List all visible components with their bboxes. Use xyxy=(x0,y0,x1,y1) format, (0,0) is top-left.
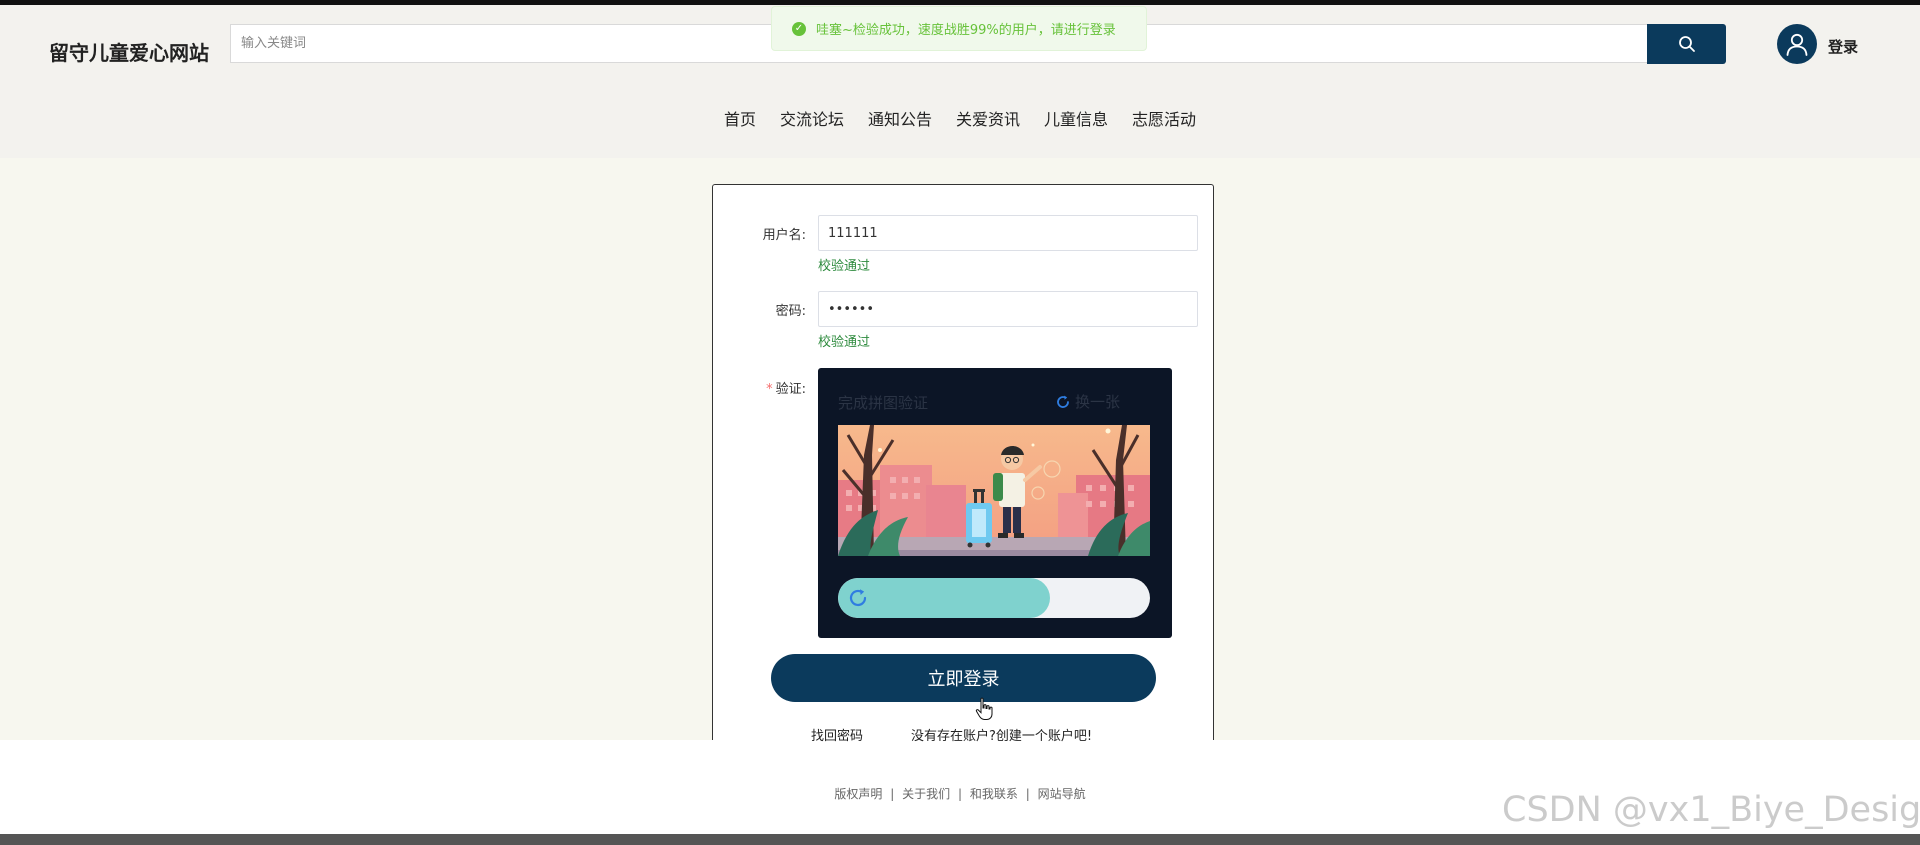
footer-separator: | xyxy=(957,787,963,801)
nav-item-news[interactable]: 关爱资讯 xyxy=(956,105,1020,135)
nav-item-forum[interactable]: 交流论坛 xyxy=(780,105,844,135)
nav-item-volunteer[interactable]: 志愿活动 xyxy=(1132,105,1196,135)
footer-link-copyright[interactable]: 版权声明 xyxy=(834,787,882,801)
password-valid-message: 校验通过 xyxy=(818,335,871,350)
footer-link-contact[interactable]: 和我联系 xyxy=(970,787,1018,801)
footer-link-about[interactable]: 关于我们 xyxy=(902,787,950,801)
username-valid-message: 校验通过 xyxy=(818,259,871,274)
main-nav: 首页 交流论坛 通知公告 关爱资讯 儿童信息 志愿活动 xyxy=(0,105,1920,135)
toast-message: 哇塞~检验成功，速度战胜99%的用户，请进行登录 xyxy=(816,23,1116,38)
bottom-bar xyxy=(0,834,1920,845)
captcha-slider-handle[interactable] xyxy=(838,578,878,618)
site-title[interactable]: 留守儿童爱心网站 xyxy=(49,37,209,66)
footer-separator: | xyxy=(890,787,895,801)
search-icon xyxy=(1678,36,1695,52)
nav-item-notice[interactable]: 通知公告 xyxy=(868,105,932,135)
captcha-panel: 完成拼图验证 换一张 xyxy=(818,368,1172,638)
forgot-password-link[interactable]: 找回密码 xyxy=(811,725,863,744)
login-link[interactable]: 登录 xyxy=(1828,36,1858,57)
register-link[interactable]: 没有存在账户?创建一个账户吧! xyxy=(911,725,1092,744)
success-toast: ✓ 哇塞~检验成功，速度战胜99%的用户，请进行登录 xyxy=(771,6,1147,51)
hand-pointer-icon xyxy=(975,697,995,725)
password-input[interactable] xyxy=(818,291,1198,327)
footer-link-sitemap[interactable]: 网站导航 xyxy=(1038,787,1086,801)
username-input[interactable] xyxy=(818,215,1198,251)
nav-item-children[interactable]: 儿童信息 xyxy=(1044,105,1108,135)
username-label: 用户名: xyxy=(762,228,806,243)
required-mark: * xyxy=(766,382,773,397)
captcha-label: * 验证: xyxy=(713,378,806,397)
user-avatar[interactable] xyxy=(1777,24,1817,64)
check-circle-icon: ✓ xyxy=(792,21,806,36)
captcha-title: 完成拼图验证 xyxy=(838,394,929,412)
search-button[interactable] xyxy=(1647,24,1726,64)
captcha-slider-track[interactable] xyxy=(838,578,1150,618)
captcha-refresh-label: 换一张 xyxy=(1075,393,1121,411)
user-icon xyxy=(1786,33,1808,56)
login-submit-button[interactable]: 立即登录 xyxy=(771,654,1156,702)
watermark: CSDN @vx1_Biye_Design xyxy=(1502,790,1920,830)
nav-item-home[interactable]: 首页 xyxy=(724,105,756,135)
captcha-refresh-button[interactable]: 换一张 xyxy=(1055,391,1120,412)
captcha-label-text: 验证: xyxy=(775,382,806,397)
password-label: 密码: xyxy=(775,304,806,319)
captcha-puzzle-image xyxy=(838,425,1150,556)
footer-separator: | xyxy=(1025,787,1030,801)
refresh-icon xyxy=(1057,395,1069,408)
refresh-icon xyxy=(849,589,867,607)
login-card: 用户名: 校验通过 密码: 校验通过 *验证: 完成拼图验证 换一张 xyxy=(712,184,1214,744)
